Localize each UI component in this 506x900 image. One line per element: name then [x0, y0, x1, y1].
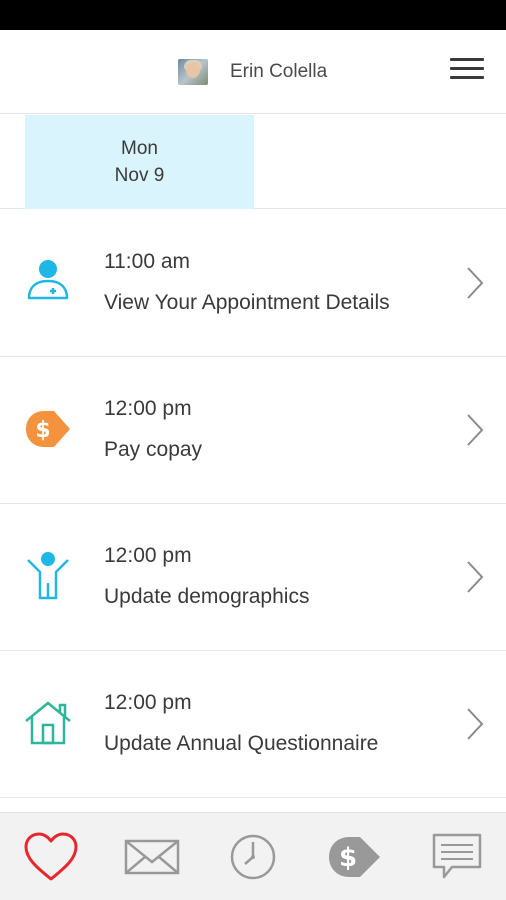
list-item-annual-questionnaire[interactable]: 12:00 pm Update Annual Questionnaire [0, 651, 506, 798]
dollar-tag-icon[interactable]: $ [325, 829, 383, 885]
chevron-right-icon [467, 708, 484, 740]
chevron-right-icon [467, 267, 484, 299]
heart-icon[interactable] [22, 829, 80, 885]
chat-bubble-icon[interactable] [428, 829, 486, 885]
appointment-time: 12:00 pm [104, 397, 192, 420]
date-tab-date: Nov 9 [114, 165, 165, 186]
svg-text:$: $ [35, 418, 50, 443]
bottom-tab-bar: $ [0, 812, 506, 900]
date-strip: Mon Nov 9 [0, 115, 506, 209]
user-profile[interactable]: Erin Colella [178, 58, 327, 86]
avatar[interactable] [178, 59, 208, 85]
chevron-right-icon [467, 561, 484, 593]
chevron-right-icon [467, 414, 484, 446]
appointment-time: 12:00 pm [104, 544, 192, 567]
doctor-icon [27, 260, 69, 300]
envelope-icon[interactable] [123, 829, 181, 885]
appointment-title: View Your Appointment Details [104, 291, 390, 314]
person-arms-up-icon [27, 552, 69, 600]
clock-icon[interactable] [224, 829, 282, 885]
dollar-tag-icon: $ [26, 411, 70, 447]
list-item-pay-copay[interactable]: $ 12:00 pm Pay copay [0, 357, 506, 504]
svg-text:$: $ [339, 843, 357, 873]
status-bar [0, 0, 506, 30]
date-tab-day: Mon [121, 138, 158, 159]
appointment-time: 11:00 am [104, 250, 190, 273]
appointment-list: 11:00 am View Your Appointment Details $… [0, 210, 506, 798]
user-name: Erin Colella [230, 61, 328, 82]
date-tab-mon-nov-9[interactable]: Mon Nov 9 [25, 115, 254, 209]
list-item-appointment-details[interactable]: 11:00 am View Your Appointment Details [0, 210, 506, 357]
appointment-title: Update Annual Questionnaire [104, 732, 379, 755]
appointment-time: 12:00 pm [104, 691, 192, 714]
hamburger-menu-icon[interactable] [450, 56, 484, 82]
list-item-update-demographics[interactable]: 12:00 pm Update demographics [0, 504, 506, 651]
app-header: Erin Colella [0, 30, 506, 114]
appointment-title: Update demographics [104, 585, 310, 608]
appointment-title: Pay copay [104, 438, 203, 461]
house-icon [25, 701, 71, 745]
